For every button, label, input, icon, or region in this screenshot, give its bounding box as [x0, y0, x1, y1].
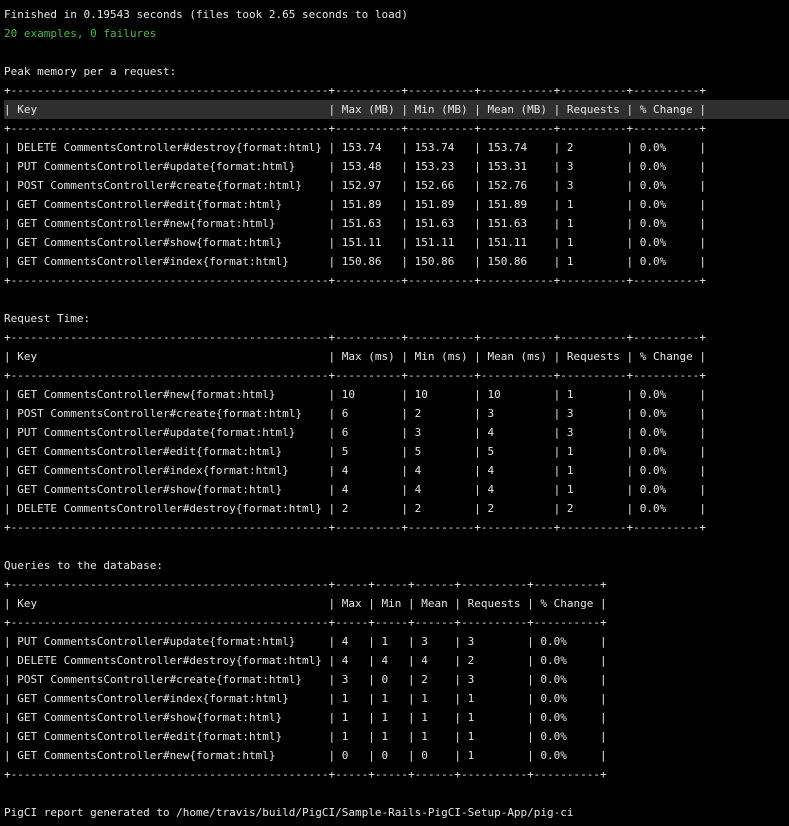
- queries-table-row: | GET CommentsController#index{format:ht…: [4, 692, 607, 705]
- memory-table-title: Peak memory per a request:: [4, 65, 177, 78]
- test-result-line: 20 examples, 0 failures: [4, 27, 157, 40]
- queries-table-row: | PUT CommentsController#update{format:h…: [4, 635, 607, 648]
- request-time-table-border: +---------------------------------------…: [4, 521, 706, 534]
- queries-table-row: | GET CommentsController#edit{format:htm…: [4, 730, 607, 743]
- queries-table-row: | DELETE CommentsController#destroy{form…: [4, 654, 607, 667]
- memory-table-row: | DELETE CommentsController#destroy{form…: [4, 141, 706, 154]
- queries-table-border: +---------------------------------------…: [4, 616, 607, 629]
- memory-table-row: | GET CommentsController#show{format:htm…: [4, 236, 706, 249]
- memory-table-row: | GET CommentsController#index{format:ht…: [4, 255, 706, 268]
- report-path-line: PigCI report generated to /home/travis/b…: [4, 806, 574, 819]
- request-time-table-row: | GET CommentsController#edit{format:htm…: [4, 445, 706, 458]
- queries-table-row: | GET CommentsController#new{format:html…: [4, 749, 607, 762]
- request-time-table-border: +---------------------------------------…: [4, 331, 706, 344]
- queries-table-border: +---------------------------------------…: [4, 578, 607, 591]
- memory-table-row: | GET CommentsController#new{format:html…: [4, 217, 706, 230]
- queries-table-title: Queries to the database:: [4, 559, 163, 572]
- queries-table-row: | POST CommentsController#create{format:…: [4, 673, 607, 686]
- memory-table-row: | POST CommentsController#create{format:…: [4, 179, 706, 192]
- request-time-table-title: Request Time:: [4, 312, 91, 325]
- memory-table-border: +---------------------------------------…: [4, 84, 706, 97]
- request-time-table-row: | POST CommentsController#create{format:…: [4, 407, 706, 420]
- queries-table-border: +---------------------------------------…: [4, 768, 607, 781]
- request-time-table-row: | GET CommentsController#new{format:html…: [4, 388, 706, 401]
- request-time-table-border: +---------------------------------------…: [4, 369, 706, 382]
- memory-table-row: | PUT CommentsController#update{format:h…: [4, 160, 706, 173]
- queries-table-row: | GET CommentsController#show{format:htm…: [4, 711, 607, 724]
- memory-table-border: +---------------------------------------…: [4, 274, 706, 287]
- memory-table-header: | Key | Max (MB) | Min (MB) | Mean (MB) …: [4, 100, 789, 119]
- terminal-output: Finished in 0.19543 seconds (files took …: [4, 5, 789, 822]
- memory-table-border: +---------------------------------------…: [4, 122, 706, 135]
- request-time-table-row: | GET CommentsController#index{format:ht…: [4, 464, 706, 477]
- request-time-table-row: | GET CommentsController#show{format:htm…: [4, 483, 706, 496]
- request-time-table-header: | Key | Max (ms) | Min (ms) | Mean (ms) …: [4, 350, 706, 363]
- memory-table-row: | GET CommentsController#edit{format:htm…: [4, 198, 706, 211]
- finished-line: Finished in 0.19543 seconds (files took …: [4, 8, 408, 21]
- request-time-table-row: | PUT CommentsController#update{format:h…: [4, 426, 706, 439]
- request-time-table-row: | DELETE CommentsController#destroy{form…: [4, 502, 706, 515]
- queries-table-header: | Key | Max | Min | Mean | Requests | % …: [4, 597, 607, 610]
